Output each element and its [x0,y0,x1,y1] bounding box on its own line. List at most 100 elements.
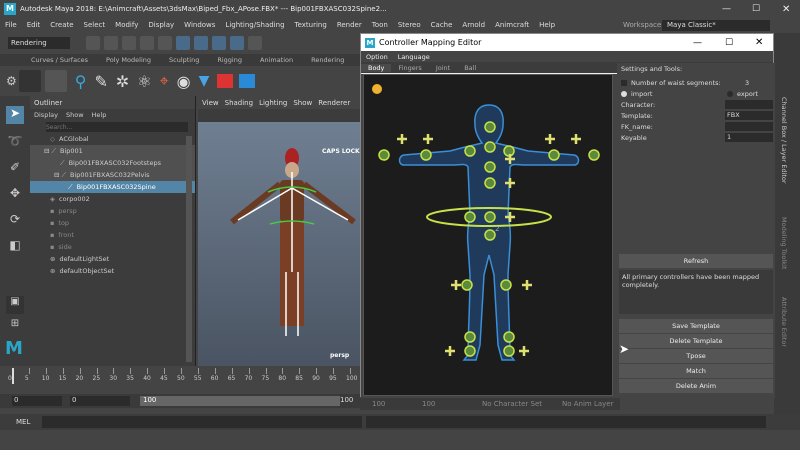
shelf-tab-sculpting[interactable]: Sculpting [160,56,208,64]
close-icon[interactable]: ✕ [782,4,790,15]
menu-select[interactable]: Select [79,21,111,29]
controller-circle[interactable] [588,149,600,161]
tab-joint[interactable]: Joint [429,64,457,72]
settings-icon[interactable]: ✲ [116,72,129,91]
character-dropdown[interactable] [725,100,773,109]
lasso-tool-icon[interactable]: ➰ [6,134,24,152]
select-hierarchy-icon[interactable] [176,36,190,50]
range-max-field[interactable]: 100 [340,396,360,406]
rotate-tool-icon[interactable]: ⟳ [6,212,24,230]
controller-circle[interactable] [378,149,390,161]
menu-file[interactable]: File [0,21,22,29]
body-map-canvas[interactable]: 2 [363,74,613,396]
cme-menu-language[interactable]: Language [393,53,435,61]
list-item-selected[interactable]: ⟋ Bip001FBXASC032Spine [30,181,195,193]
menu-modify[interactable]: Modify [110,21,143,29]
shelf-tab-poly[interactable]: Poly Modeling [97,56,160,64]
maximize-icon[interactable]: ☐ [752,4,760,14]
controller-circle[interactable] [484,229,496,241]
controller-cross[interactable] [397,134,407,144]
shelf-tab-curves[interactable]: Curves / Surfaces [22,56,97,64]
ready-icon[interactable] [18,70,41,92]
controller-circle[interactable] [484,161,496,173]
mode-dropdown[interactable]: Rendering [8,37,70,49]
controller-cross[interactable] [445,346,455,356]
menu-create[interactable]: Create [45,21,78,29]
render-icon[interactable] [248,36,262,50]
layout-single-icon[interactable]: ▣ [6,296,24,314]
viewport-menu-lighting[interactable]: Lighting [259,99,287,107]
template-dropdown[interactable]: FBX [725,111,773,120]
waist-checkbox[interactable] [621,79,627,86]
controller-circle[interactable] [503,345,515,357]
controller-cross[interactable] [519,346,529,356]
menu-animcraft[interactable]: Animcraft [490,21,534,29]
controller-circle[interactable] [464,331,476,343]
time-slider[interactable]: 0 5 10 15 20 25 30 35 40 45 50 55 60 65 70 75 80 85 90 95 10… [0,366,360,394]
controller-circle[interactable] [484,121,496,133]
outliner-search-input[interactable] [46,122,188,132]
controller-circle[interactable] [461,279,473,291]
outliner-menu-help[interactable]: Help [92,111,107,119]
menu-cache[interactable]: Cache [426,21,458,29]
list-item[interactable]: ⊛ defaultLightSet [30,253,195,265]
range-start-inner[interactable]: 0 [70,396,130,406]
controller-cross[interactable] [505,178,515,188]
menu-lighting[interactable]: Lighting/Shading [220,21,289,29]
delete-anim-button[interactable]: Delete Anim [619,379,773,393]
workspace-dropdown[interactable]: Maya Classic* [662,19,770,31]
red-square-icon[interactable] [217,74,234,88]
list-item[interactable]: ▪ front [30,229,195,241]
redo-icon[interactable] [158,36,172,50]
atom-icon[interactable]: ⚛ [137,72,151,91]
list-item[interactable]: ⊟ ⟋ Bip001 [30,145,195,157]
menu-windows[interactable]: Windows [179,21,220,29]
wrench-icon[interactable]: ✎ [94,72,107,91]
cme-maximize-icon[interactable]: ☐ [725,38,733,48]
open-scene-icon[interactable] [104,36,118,50]
viewport-menu-shading[interactable]: Shading [225,99,253,107]
viewport-menu-renderer[interactable]: Renderer [318,99,350,107]
menu-display[interactable]: Display [143,21,179,29]
snap-grid-icon[interactable] [194,36,208,50]
range-start-field[interactable]: 0 [12,396,62,406]
viewport-scene[interactable]: CAPS LOCK persp [198,122,360,366]
list-item[interactable]: ◈ corpo002 [30,193,195,205]
body-controllers[interactable] [364,75,614,397]
anim-layer-dropdown[interactable]: No Anim Layer [562,400,613,408]
tab-channel-box[interactable]: Channel Box / Layer Editor [774,93,794,188]
controller-cross[interactable] [522,280,532,290]
outliner-menu-show[interactable]: Show [66,111,84,119]
mel-input[interactable] [42,416,362,428]
menu-toon[interactable]: Toon [367,21,393,29]
save-scene-icon[interactable] [122,36,136,50]
expand-icon[interactable]: ⊟ [54,171,59,179]
move-tool-icon[interactable]: ✥ [6,186,24,204]
match-button[interactable]: Match [619,364,773,378]
undo-icon[interactable] [140,36,154,50]
controller-cross[interactable] [423,134,433,144]
controller-cross[interactable] [451,280,461,290]
menu-arnold[interactable]: Arnold [457,21,490,29]
outliner-scrollbar[interactable] [186,136,192,362]
transform-icon[interactable]: ▼ [199,73,210,89]
scale-tool-icon[interactable]: ◧ [6,238,24,256]
tab-body[interactable]: Body [361,63,392,72]
tab-attribute-editor[interactable]: Attribute Editor [774,293,794,351]
save-template-button[interactable]: Save Template [619,319,773,333]
controller-circle[interactable] [484,211,496,223]
menu-texturing[interactable]: Texturing [290,21,332,29]
paint-tool-icon[interactable]: ✐ [6,160,24,178]
select-tool-icon[interactable]: ➤ [6,106,24,124]
import-radio[interactable] [621,90,627,97]
controller-cross[interactable] [505,212,515,222]
tpose-button[interactable]: Tpose [619,349,773,363]
controller-cross[interactable] [545,134,555,144]
eye-icon[interactable]: ◉ [177,72,191,91]
controller-circle[interactable] [548,149,560,161]
keyable-input[interactable]: 1 [725,133,773,142]
controller-circle[interactable] [500,279,512,291]
controller-circle[interactable] [484,141,496,153]
new-scene-icon[interactable] [86,36,100,50]
axes-icon[interactable]: ⌖ [160,71,169,91]
